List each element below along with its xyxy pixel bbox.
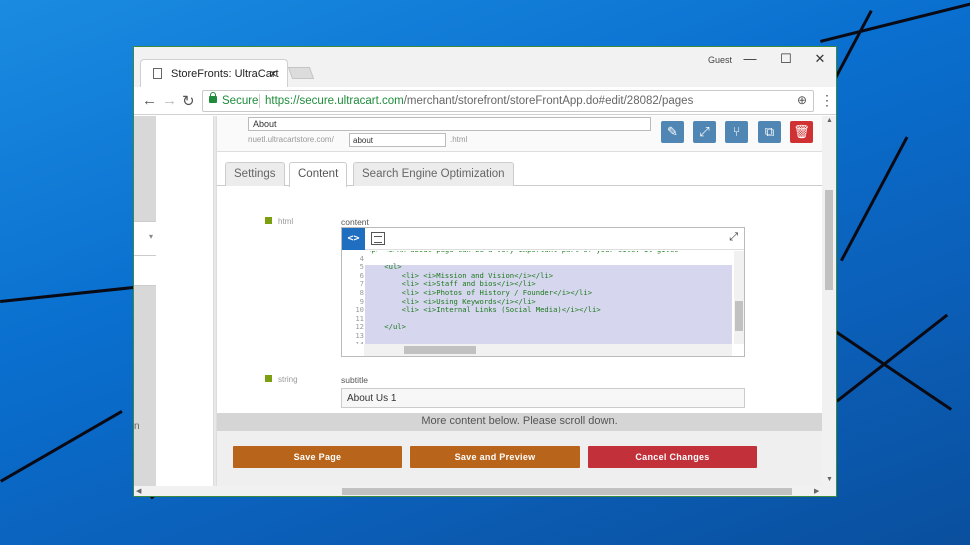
divider (259, 94, 260, 108)
save-page-button[interactable]: Save Page (233, 446, 402, 468)
new-tab-button[interactable] (287, 67, 315, 79)
page-tabs: Settings Content Search Engine Optimizat… (217, 162, 822, 187)
scroll-down-icon[interactable]: ▼ (826, 476, 833, 483)
url-host: secure.ultracart.com (299, 95, 404, 107)
scroll-thumb[interactable] (735, 301, 743, 331)
window-close-icon[interactable]: ✕ (810, 51, 830, 67)
editor-toolbar: <> ⤢ (342, 228, 744, 250)
menu-icon[interactable]: ⋮ (820, 92, 834, 109)
scroll-thumb[interactable] (825, 190, 833, 290)
field-label: content (341, 217, 369, 227)
code-line[interactable]: <p> <i>An about page can be a very impor… (367, 251, 679, 255)
page-vertical-scrollbar[interactable]: ▲ ▼ (822, 116, 836, 486)
open-external-icon[interactable]: ⤢ (693, 121, 716, 143)
field-type: string (278, 375, 298, 384)
url-scheme: https:// (265, 95, 300, 107)
sidebar-dropdown[interactable]: ▾ (134, 221, 156, 256)
page-title-input[interactable]: About (248, 117, 651, 131)
branch-icon[interactable]: ⑂ (725, 121, 748, 143)
scroll-up-icon[interactable]: ▲ (826, 117, 833, 124)
zoom-icon[interactable]: ⊕ (797, 93, 807, 107)
profile-label[interactable]: Guest (708, 55, 732, 65)
edit-pencil-icon[interactable]: ✎ (661, 121, 684, 143)
desktop-line (834, 330, 953, 411)
tab-close-icon[interactable]: × (269, 66, 277, 81)
line-number: 14 (342, 340, 364, 344)
sidebar-text: n (134, 421, 140, 432)
editor-horizontal-scrollbar[interactable] (364, 344, 732, 356)
page-slug-input[interactable]: about (349, 133, 446, 147)
url-path: /merchant/storefront/storeFrontApp.do#ed… (403, 95, 694, 107)
maximize-icon[interactable]: ☐ (776, 51, 796, 67)
back-icon[interactable]: ← (142, 92, 157, 109)
secure-label: Secure (222, 95, 259, 107)
page-editor-panel: About nuetl.ultracartstore.com/ about .h… (216, 116, 822, 486)
chevron-down-icon: ▾ (148, 232, 153, 241)
scroll-left-icon[interactable]: ◀ (136, 487, 141, 495)
page-icon (153, 68, 162, 79)
copy-icon[interactable]: ⧉ (758, 121, 781, 143)
code-area[interactable]: <p> <i>An about page can be a very impor… (342, 251, 734, 344)
editor-vertical-scrollbar[interactable] (734, 251, 744, 344)
visual-view-icon[interactable] (371, 232, 385, 245)
tab-seo[interactable]: Search Engine Optimization (353, 162, 514, 186)
page-horizontal-scrollbar[interactable]: ◀ ▶ (134, 486, 836, 496)
tab-content[interactable]: Content (289, 162, 348, 187)
field-label: subtitle (341, 375, 368, 385)
forward-icon[interactable]: → (162, 92, 177, 109)
scroll-notice: More content below. Please scroll down. (217, 413, 822, 431)
page-header: About nuetl.ultracartstore.com/ about .h… (217, 116, 822, 152)
title-bar: StoreFronts: UltraCart × Guest — ☐ ✕ (134, 47, 836, 87)
desktop-line (820, 0, 970, 43)
code-view-icon[interactable]: <> (342, 228, 365, 250)
url-text: https://secure.ultracart.com/merchant/st… (265, 95, 693, 107)
reload-icon[interactable]: ↻ (182, 92, 195, 110)
field-type: html (278, 217, 294, 226)
subtitle-input[interactable]: About Us 1 (341, 388, 745, 408)
browser-window: StoreFronts: UltraCart × Guest — ☐ ✕ ← →… (133, 46, 837, 497)
info-icon (265, 375, 272, 382)
desktop-line (0, 410, 123, 483)
info-icon (265, 217, 272, 224)
tab-title: StoreFronts: UltraCart (171, 68, 279, 80)
action-bar: Save Page Save and Preview Cancel Change… (217, 431, 822, 486)
desktop-line (836, 313, 949, 403)
desktop-line (0, 285, 134, 303)
fullscreen-icon[interactable]: ⤢ (729, 231, 738, 244)
minimize-icon[interactable]: — (740, 51, 760, 66)
code-editor[interactable]: <> ⤢ <p> <i>An about page can be a very … (341, 227, 745, 357)
browser-toolbar: ← → ↻ Secure https://secure.ultracart.co… (134, 87, 836, 115)
scroll-right-icon[interactable]: ▶ (814, 487, 819, 495)
save-and-preview-button[interactable]: Save and Preview (410, 446, 580, 468)
page-viewport: ▾ n About nuetl.ultracartstore.com/ abou… (134, 116, 836, 486)
code-line[interactable]: <li> <i>Internal Links (Social Media)</i… (367, 306, 601, 315)
cancel-changes-button[interactable]: Cancel Changes (588, 446, 757, 468)
desktop-line (840, 136, 909, 262)
store-url-prefix: nuetl.ultracartstore.com/ (248, 135, 334, 144)
sidebar-field[interactable] (134, 256, 156, 286)
scroll-thumb[interactable] (404, 346, 476, 354)
store-url-suffix: .html (450, 135, 468, 144)
scroll-thumb[interactable] (342, 488, 792, 495)
left-column (156, 116, 214, 486)
delete-trash-icon[interactable]: 🗑 (790, 121, 813, 143)
browser-tab[interactable]: StoreFronts: UltraCart × (140, 59, 288, 87)
tab-settings[interactable]: Settings (225, 162, 285, 186)
code-line[interactable]: </ul> (367, 323, 406, 332)
lock-icon (209, 92, 217, 103)
left-sidebar: ▾ n (134, 116, 156, 486)
address-bar[interactable]: Secure https://secure.ultracart.com/merc… (202, 90, 814, 112)
